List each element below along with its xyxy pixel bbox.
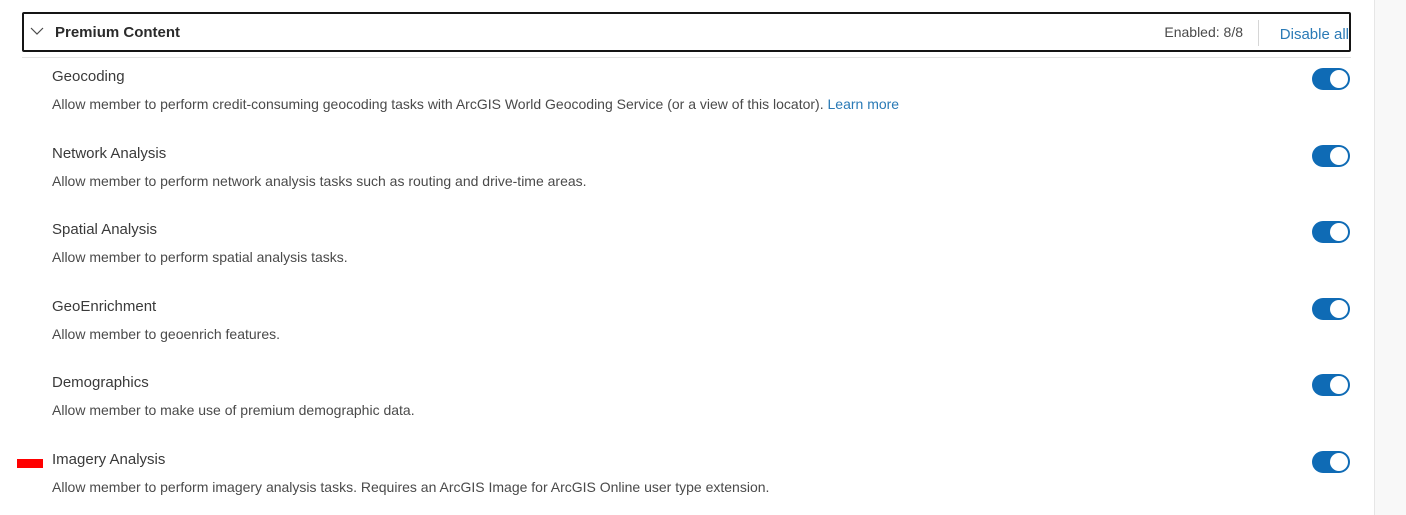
privilege-item-imagery-analysis: Imagery Analysis Allow member to perform…	[52, 451, 1352, 511]
privilege-description: Allow member to perform imagery analysis…	[52, 479, 770, 495]
toggle-knob	[1330, 453, 1348, 471]
learn-more-link[interactable]: Learn more	[828, 96, 900, 112]
section-title: Premium Content	[55, 24, 181, 41]
privilege-item-demographics: Demographics Allow member to make use of…	[52, 374, 1352, 434]
toggle-switch-geocoding[interactable]	[1312, 68, 1350, 90]
red-highlight-marker	[17, 459, 43, 468]
toggle-switch-demographics[interactable]	[1312, 374, 1350, 396]
privilege-description: Allow member to geoenrich features.	[52, 326, 280, 342]
scrollbar-track[interactable]	[1374, 0, 1406, 515]
toggle-knob	[1330, 300, 1348, 318]
toggle-knob	[1330, 223, 1348, 241]
privilege-title: Geocoding	[52, 68, 125, 85]
privilege-title: Network Analysis	[52, 145, 167, 162]
toggle-switch-spatial-analysis[interactable]	[1312, 221, 1350, 243]
toggle-switch-network-analysis[interactable]	[1312, 145, 1350, 167]
toggle-switch-geoenrichment[interactable]	[1312, 298, 1350, 320]
privilege-item-geoenrichment: GeoEnrichment Allow member to geoenrich …	[52, 298, 1352, 358]
premium-content-header[interactable]: Premium Content Enabled: 8/8 Disable all	[22, 12, 1351, 52]
header-divider	[1258, 20, 1259, 46]
toggle-knob	[1330, 147, 1348, 165]
privilege-description: Allow member to perform spatial analysis…	[52, 249, 348, 265]
section-divider	[22, 57, 1351, 58]
premium-content-page: Premium Content Enabled: 8/8 Disable all…	[0, 0, 1406, 515]
privilege-item-spatial-analysis: Spatial Analysis Allow member to perform…	[52, 221, 1352, 281]
privilege-description: Allow member to perform network analysis…	[52, 173, 587, 189]
privilege-description: Allow member to make use of premium demo…	[52, 402, 415, 418]
disable-all-button[interactable]: Disable all	[1280, 26, 1349, 43]
toggle-knob	[1330, 376, 1348, 394]
privilege-title: Imagery Analysis	[52, 451, 166, 468]
privilege-description: Allow member to perform credit-consuming…	[52, 96, 900, 112]
enabled-count: Enabled: 8/8	[1164, 24, 1243, 40]
privilege-item-network-analysis: Network Analysis Allow member to perform…	[52, 145, 1352, 205]
privilege-item-geocoding: Geocoding Allow member to perform credit…	[52, 68, 1352, 128]
toggle-knob	[1330, 70, 1348, 88]
privilege-title: Spatial Analysis	[52, 221, 158, 238]
privilege-title: GeoEnrichment	[52, 298, 157, 315]
toggle-switch-imagery-analysis[interactable]	[1312, 451, 1350, 473]
privilege-title: Demographics	[52, 374, 149, 391]
chevron-down-icon[interactable]	[30, 26, 44, 36]
